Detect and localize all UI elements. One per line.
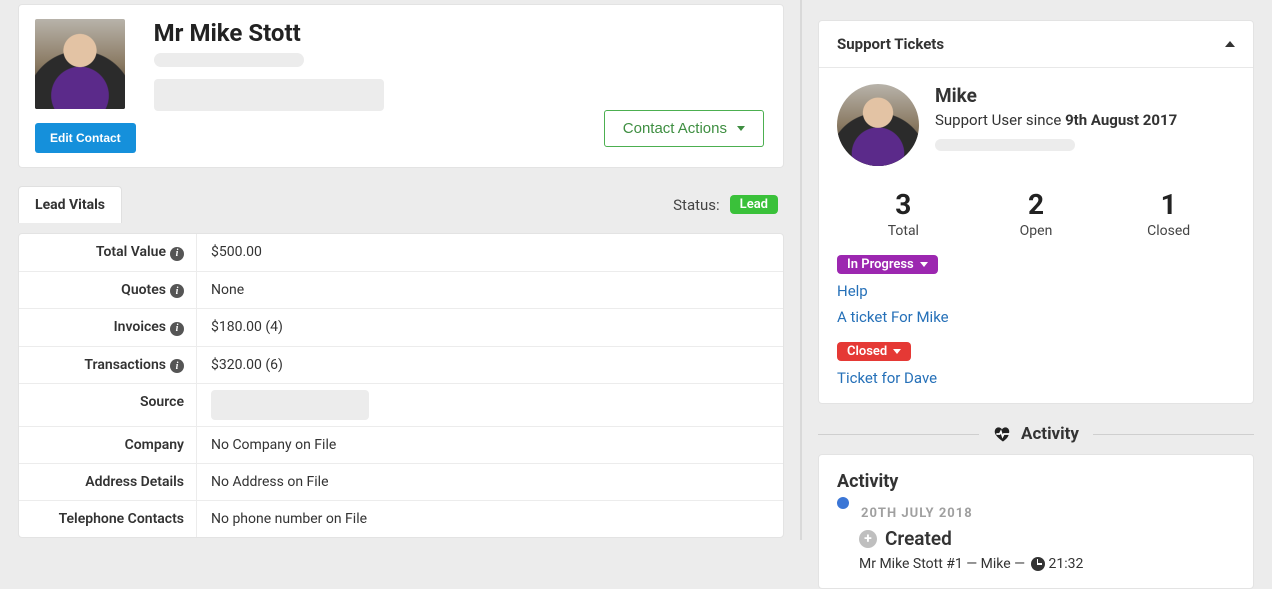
support-user-name: Mike — [935, 84, 1177, 107]
invoices-value: $180.00 (4) — [197, 309, 783, 346]
heartbeat-icon — [993, 424, 1013, 444]
support-user-since: Support User since 9th August 2017 — [935, 111, 1177, 129]
invoices-label: Invoices — [114, 319, 166, 335]
ticket-link[interactable]: Help — [837, 282, 1235, 300]
ticket-link[interactable]: A ticket For Mike — [837, 308, 1235, 326]
telephone-value: No phone number on File — [197, 501, 783, 537]
vitals-row-transactions: Transactions i $320.00 (6) — [19, 347, 783, 385]
company-value: No Company on File — [197, 427, 783, 463]
contact-name: Mr Mike Stott — [154, 19, 767, 47]
status-badge: Lead — [730, 195, 778, 214]
contact-avatar — [35, 19, 125, 109]
ticket-stat-open: 2 Open — [970, 188, 1103, 239]
tabs-row: Lead Vitals Status: Lead — [18, 186, 784, 223]
contact-subtitle-placeholder — [154, 53, 304, 67]
quotes-value: None — [197, 272, 783, 309]
info-icon[interactable]: i — [170, 247, 184, 261]
edit-contact-button[interactable]: Edit Contact — [35, 123, 136, 153]
activity-panel: Activity 20TH JULY 2018 + Created Mr Mik… — [818, 454, 1254, 589]
vitals-row-company: Company No Company on File — [19, 427, 783, 464]
vitals-row-quotes: Quotesi None — [19, 272, 783, 310]
support-tickets-header[interactable]: Support Tickets — [819, 21, 1253, 68]
lead-vitals-table: Total Valuei $500.00 Quotesi None Invoic… — [18, 233, 784, 538]
info-icon[interactable]: i — [170, 322, 184, 336]
contact-actions-label: Contact Actions — [623, 120, 727, 137]
source-label: Source — [140, 394, 184, 410]
telephone-label: Telephone Contacts — [59, 511, 184, 527]
quotes-label: Quotes — [121, 282, 166, 298]
contact-actions-button[interactable]: Contact Actions — [604, 110, 764, 147]
support-tickets-title: Support Tickets — [837, 35, 944, 53]
info-icon[interactable]: i — [170, 284, 184, 298]
avatar-column: Edit Contact — [35, 19, 136, 153]
transactions-value: $320.00 (6) — [197, 347, 783, 384]
activity-section-label: Activity — [1021, 424, 1079, 444]
total-value-label: Total Value — [96, 244, 166, 260]
vitals-row-invoices: Invoices i $180.00 (4) — [19, 309, 783, 347]
vitals-row-source: Source — [19, 384, 783, 427]
ticket-stats: 3 Total 2 Open 1 Closed — [837, 188, 1235, 239]
clock-icon — [1031, 557, 1045, 571]
caret-down-icon — [920, 262, 928, 267]
source-placeholder-input[interactable] — [211, 390, 369, 420]
activity-section-divider: Activity — [818, 424, 1254, 444]
ticket-stat-total: 3 Total — [837, 188, 970, 239]
info-icon[interactable]: i — [170, 359, 184, 373]
caret-down-icon — [893, 349, 901, 354]
ticket-stat-closed: 1 Closed — [1102, 188, 1235, 239]
chevron-up-icon — [1225, 41, 1235, 47]
total-value: $500.00 — [197, 234, 783, 271]
plus-circle-icon: + — [859, 530, 877, 548]
activity-header: Activity — [837, 471, 1235, 492]
transactions-label: Transactions — [84, 357, 166, 373]
vitals-row-total-value: Total Value i $500.00 — [19, 234, 783, 272]
in-progress-badge[interactable]: In Progress — [837, 255, 938, 274]
activity-event-title: Created — [885, 527, 952, 550]
support-placeholder-line — [935, 139, 1075, 151]
activity-date: 20TH JULY 2018 — [861, 506, 1235, 521]
vitals-row-telephone: Telephone Contacts No phone number on Fi… — [19, 501, 783, 537]
tab-lead-vitals[interactable]: Lead Vitals — [18, 186, 122, 223]
address-label: Address Details — [85, 474, 184, 490]
address-value: No Address on File — [197, 464, 783, 500]
vitals-row-address: Address Details No Address on File — [19, 464, 783, 501]
support-tickets-panel: Support Tickets Mike Support User since … — [818, 20, 1254, 404]
timeline-dot-icon — [837, 497, 849, 509]
status-label: Status: — [673, 196, 720, 214]
support-avatar — [837, 84, 919, 166]
contact-description-placeholder — [154, 79, 384, 111]
caret-down-icon — [737, 126, 745, 131]
company-label: Company — [125, 437, 184, 453]
closed-badge[interactable]: Closed — [837, 342, 911, 361]
ticket-link[interactable]: Ticket for Dave — [837, 369, 1235, 387]
activity-event-meta: Mr Mike Stott #1 — Mike — 21:32 — [859, 556, 1235, 572]
